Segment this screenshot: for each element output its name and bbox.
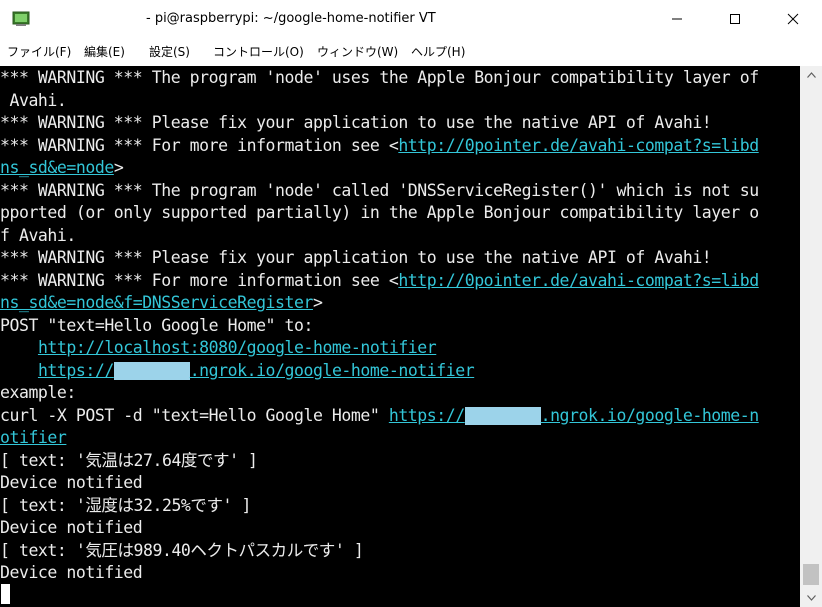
terminal-url-link[interactable]: ns_sd&e=node&f=DNSServiceRegister: [0, 293, 313, 312]
terminal-line: *** WARNING *** For more information see…: [0, 270, 759, 292]
terminal-line: POST "text=Hello Google Home" to:: [0, 315, 313, 337]
terminal-line: [ text: '湿度は32.25%です' ]: [0, 495, 251, 517]
terminal-line: Device notified: [0, 517, 143, 539]
terminal-line: [ text: '気圧は989.40ヘクトパスカルです' ]: [0, 540, 364, 562]
terminal-text: *** WARNING *** Please fix your applicat…: [0, 248, 712, 267]
terminal-line: *** WARNING *** The program 'node' uses …: [0, 67, 759, 89]
scroll-down-button[interactable]: [800, 589, 822, 607]
terminal-line: *** WARNING *** Please fix your applicat…: [0, 247, 712, 269]
terminal-text: Device notified: [0, 473, 143, 492]
terminal-line: curl -X POST -d "text=Hello Google Home"…: [0, 405, 759, 427]
terminal-line: *** WARNING *** For more information see…: [0, 135, 759, 157]
window-title: - pi@raspberrypi: ~/google-home-notifier…: [146, 11, 436, 26]
terminal-url-link[interactable]: ns_sd&e=node: [0, 158, 114, 177]
terminal-url-link[interactable]: https://: [38, 361, 114, 380]
minimize-icon: [672, 18, 682, 20]
maximize-icon: [730, 14, 740, 24]
terminal-line: Avahi.: [0, 90, 66, 112]
terminal-line: pported (or only supported partially) in…: [0, 202, 759, 224]
terminal-text: Device notified: [0, 563, 143, 582]
scroll-up-button[interactable]: [800, 66, 822, 84]
terminal-text: >: [113, 158, 124, 177]
menu-help[interactable]: ヘルプ(H): [411, 43, 465, 60]
terminal-line: https://xxxxxxxx.ngrok.io/google-home-no…: [0, 360, 475, 382]
terminal-text: curl -X POST -d "text=Hello Google Home": [0, 405, 389, 425]
terminal-line: otifier: [0, 427, 67, 449]
terminal-text: *** WARNING *** For more information see…: [0, 270, 399, 290]
terminal-text: f Avahi.: [0, 225, 76, 245]
terminal-text: [ text: '気圧は989.40ヘクトパスカルです' ]: [0, 540, 364, 560]
terminal-text: Avahi.: [0, 90, 67, 110]
terminal-url-link[interactable]: https://: [389, 406, 465, 425]
terminal-text: >: [312, 293, 323, 312]
menu-settings[interactable]: 設定(S): [149, 43, 190, 60]
menu-control[interactable]: コントロール(O): [213, 43, 304, 60]
redacted-subdomain: xxxxxxxx: [113, 361, 190, 380]
menu-bar: ファイル(F) 編集(E) 設定(S) コントロール(O) ウィンドウ(W) ヘ…: [0, 38, 822, 64]
terminal-line: http://localhost:8080/google-home-notifi…: [0, 337, 437, 359]
terminal-text: *** WARNING *** The program 'node' calle…: [0, 180, 759, 200]
close-icon: [787, 13, 799, 25]
terminal-text: *** WARNING *** For more information see…: [0, 135, 399, 155]
scrollbar-thumb[interactable]: [803, 564, 819, 585]
terminal-line: [ text: '気温は27.64度です' ]: [0, 450, 258, 472]
vertical-scrollbar[interactable]: [800, 66, 822, 607]
terminal-url-link[interactable]: http://0pointer.de/avahi-compat?s=libd: [398, 136, 759, 155]
terminal-text: Device notified: [0, 518, 143, 537]
scroll-up-arrow-icon: [806, 72, 816, 78]
menu-edit[interactable]: 編集(E): [84, 43, 125, 60]
terminal-app-icon[interactable]: [12, 11, 30, 27]
maximize-button[interactable]: [712, 0, 758, 38]
terminal-line: ns_sd&e=node>: [0, 157, 124, 179]
terminal-line: ns_sd&e=node&f=DNSServiceRegister>: [0, 292, 323, 314]
terminal-line: *** WARNING *** Please fix your applicat…: [0, 112, 712, 134]
terminal-text: example:: [0, 383, 76, 402]
terminal-url-link[interactable]: .ngrok.io/google-home-n: [541, 406, 760, 425]
terminal-text: *** WARNING *** Please fix your applicat…: [0, 113, 712, 132]
terminal-line: Device notified: [0, 472, 143, 494]
terminal-text: [ text: '気温は27.64度です' ]: [0, 450, 258, 470]
title-bar[interactable]: - pi@raspberrypi: ~/google-home-notifier…: [0, 0, 822, 38]
terminal-output[interactable]: *** WARNING *** The program 'node' uses …: [0, 66, 800, 607]
terminal-line: example:: [0, 382, 76, 404]
close-button[interactable]: [770, 0, 816, 38]
terminal-url-link[interactable]: otifier: [0, 428, 67, 447]
scroll-down-arrow-icon: [806, 595, 816, 601]
terminal-url-link[interactable]: .ngrok.io/google-home-notifier: [190, 361, 475, 380]
text-cursor: [1, 584, 10, 604]
terminal-line: f Avahi.: [0, 225, 76, 247]
menu-window[interactable]: ウィンドウ(W): [317, 43, 398, 60]
terminal-line: Device notified: [0, 562, 143, 584]
terminal-text: *** WARNING *** The program 'node' uses …: [0, 68, 759, 87]
terminal-text: pported (or only supported partially) in…: [0, 203, 759, 222]
terminal-url-link[interactable]: http://0pointer.de/avahi-compat?s=libd: [398, 271, 759, 290]
redacted-subdomain: xxxxxxxx: [464, 406, 541, 425]
minimize-button[interactable]: [654, 0, 700, 38]
terminal-line: *** WARNING *** The program 'node' calle…: [0, 180, 759, 202]
terminal-text: [ text: '湿度は32.25%です' ]: [0, 495, 251, 515]
menu-file[interactable]: ファイル(F): [7, 43, 71, 60]
terminal-url-link[interactable]: http://localhost:8080/google-home-notifi…: [38, 338, 437, 357]
terminal-text: POST "text=Hello Google Home" to:: [0, 315, 313, 335]
